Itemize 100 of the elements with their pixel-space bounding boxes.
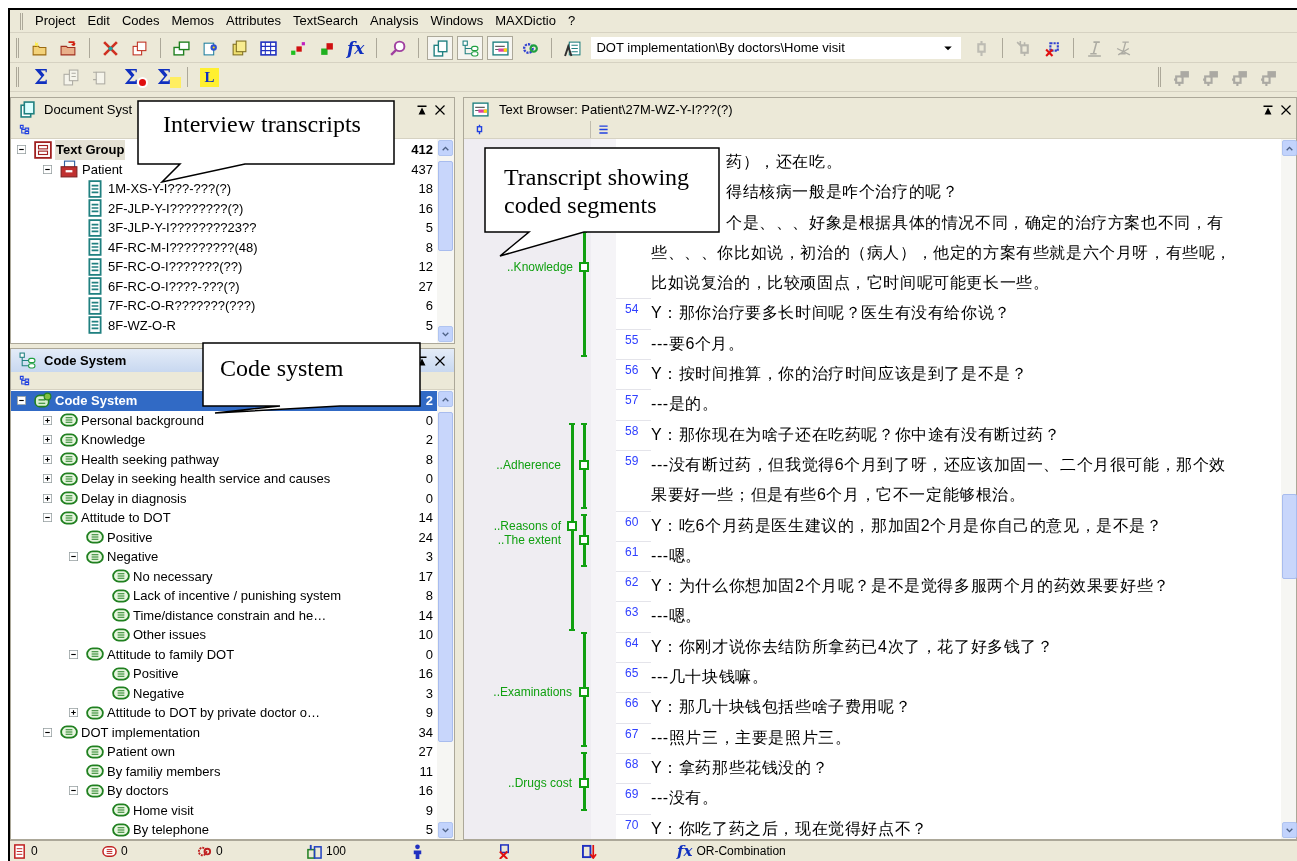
tree-item[interactable]: 2F-JLP-Y-I????????(?) — [107, 198, 245, 218]
tree-view-icon[interactable] — [19, 124, 30, 135]
attribute-icon[interactable] — [307, 843, 322, 859]
windows-icon[interactable] — [173, 39, 190, 57]
tree-item[interactable]: Knowledge 2 — [11, 430, 437, 450]
close-icon[interactable] — [434, 103, 446, 116]
tree-item[interactable]: 5F-RC-O-I???????(??) — [107, 257, 244, 277]
collapse-icon[interactable] — [17, 145, 26, 155]
new-folder-icon[interactable] — [31, 39, 48, 57]
tree-item[interactable]: By doctors 16 — [11, 781, 437, 801]
close-icon[interactable] — [434, 354, 446, 367]
tree-item[interactable]: 3F-JLP-Y-I????????23?? — [107, 218, 258, 238]
toggle-button[interactable] — [457, 36, 484, 60]
coded-segment-bar[interactable] — [579, 752, 589, 811]
tree-item[interactable]: No necessary 17 — [11, 566, 437, 586]
code-icon[interactable] — [102, 843, 117, 859]
expand-icon[interactable] — [69, 708, 78, 718]
tree-item[interactable]: Patient — [81, 159, 124, 179]
tree-item[interactable]: Lack of incentive / punishing system 8 — [11, 586, 437, 606]
function-icon[interactable]: fx — [677, 843, 693, 859]
tree-item[interactable]: Time/distance constrain and he… 14 — [11, 605, 437, 625]
tree-item[interactable]: Delay in seeking health service and causes 0 — [11, 469, 437, 489]
letter-button[interactable]: L — [200, 67, 219, 87]
tree-view-icon[interactable] — [19, 375, 30, 386]
tree-item[interactable]: 7F-RC-O-R???????(???) — [107, 296, 257, 316]
menu-item[interactable]: Codes — [115, 11, 166, 31]
pin-icon[interactable] — [474, 124, 485, 135]
tree-item[interactable]: Other issues 10 — [11, 625, 437, 645]
tree-item[interactable]: Attitude to family DOT 0 — [11, 644, 437, 664]
menu-item[interactable]: Edit — [81, 11, 116, 31]
document-icon[interactable] — [12, 843, 27, 859]
sigma-button[interactable]: Σ — [31, 66, 51, 88]
window-sort-icon[interactable] — [582, 843, 597, 859]
tree-item[interactable]: Positive 24 — [11, 527, 437, 547]
collapse-icon[interactable] — [69, 649, 78, 659]
expand-icon[interactable] — [43, 435, 52, 445]
expand-icon[interactable] — [43, 493, 52, 503]
tree-item[interactable]: By familiy members 11 — [11, 761, 437, 781]
collapse-icon[interactable] — [43, 727, 52, 737]
tree-item[interactable]: Attitude to DOT by private doctor o… 9 — [11, 703, 437, 723]
pin-icon[interactable] — [1262, 103, 1274, 116]
sigma-button[interactable]: Σ — [121, 66, 141, 88]
document-icon[interactable] — [564, 39, 582, 57]
tree-item[interactable]: Positive 16 — [11, 664, 437, 684]
activation-off-icon[interactable] — [497, 843, 512, 859]
scrollbar-thumb[interactable] — [1282, 494, 1297, 579]
menu-item[interactable]: MAXDictio — [489, 11, 562, 31]
toggle-button[interactable] — [427, 36, 454, 60]
coded-segment-bar[interactable] — [579, 514, 589, 567]
function-button[interactable]: fx — [347, 37, 365, 59]
close-icon[interactable] — [1280, 103, 1292, 116]
menu-item[interactable]: Project — [29, 11, 82, 31]
menu-item[interactable]: Windows — [424, 11, 490, 31]
pin-icon[interactable] — [416, 103, 428, 116]
tree-item[interactable]: 6F-RC-O-I????-???(?) — [107, 276, 241, 296]
tree-item[interactable]: DOT implementation 34 — [11, 722, 437, 742]
path-dropdown[interactable]: DOT implementation\By doctors\Home visit — [591, 37, 962, 59]
squares-icon[interactable] — [289, 39, 306, 57]
tree-item[interactable]: 8F-WZ-O-R — [107, 315, 177, 335]
tree-item[interactable]: By telephone 5 — [11, 820, 437, 839]
menu-item[interactable]: TextSearch — [287, 11, 365, 31]
collapse-icon[interactable] — [69, 786, 78, 796]
list-icon[interactable] — [598, 124, 609, 135]
code-label: ..Reasons of — [493, 519, 561, 533]
expand-icon[interactable] — [43, 454, 52, 464]
menu-item[interactable]: Analysis — [364, 11, 425, 31]
tree-item[interactable]: Patient own 27 — [11, 742, 437, 762]
scrollbar-thumb[interactable] — [438, 412, 453, 742]
menu-item[interactable]: Memos — [165, 11, 221, 31]
tree-item[interactable]: Text Group — [55, 140, 126, 160]
sigma-button[interactable]: Σ — [154, 66, 174, 88]
tree-item[interactable]: Attitude to DOT 14 — [11, 508, 437, 528]
folder-arrow-icon[interactable] — [60, 39, 77, 57]
pin-remove-icon[interactable] — [1044, 39, 1062, 57]
collapse-icon[interactable] — [43, 513, 52, 523]
toggle-button[interactable] — [487, 36, 514, 60]
collapse-icon[interactable] — [17, 396, 26, 406]
windows-icon[interactable] — [131, 39, 148, 57]
coded-segment-bar[interactable] — [567, 423, 577, 631]
scrollbar-thumb[interactable] — [438, 161, 453, 251]
collapse-icon[interactable] — [69, 552, 78, 562]
coded-segment-bar[interactable] — [579, 423, 589, 509]
coded-segment-bar[interactable] — [579, 231, 589, 357]
coded-segment-bar[interactable] — [579, 632, 589, 747]
expand-icon[interactable] — [43, 474, 52, 484]
tree-item[interactable]: Health seeking pathway 8 — [11, 449, 437, 469]
pages-icon[interactable] — [231, 39, 248, 57]
tree-item[interactable]: Negative 3 — [11, 547, 437, 567]
search-icon[interactable] — [389, 39, 407, 57]
grid-icon[interactable] — [260, 39, 277, 57]
tree-item[interactable]: Home visit 9 — [11, 800, 437, 820]
cross-arrows-icon[interactable] — [102, 39, 119, 57]
menu-item[interactable]: ? — [561, 11, 582, 31]
expand-icon[interactable] — [43, 415, 52, 425]
collapse-icon[interactable] — [43, 164, 52, 174]
tree-item[interactable]: Personal background 0 — [11, 410, 437, 430]
tree-item[interactable]: Negative 3 — [11, 683, 437, 703]
tree-item[interactable]: Delay in diagnosis 0 — [11, 488, 437, 508]
tree-item[interactable]: 4F-RC-M-I?????????(48) — [107, 237, 259, 257]
menu-item[interactable]: Attributes — [220, 11, 287, 31]
